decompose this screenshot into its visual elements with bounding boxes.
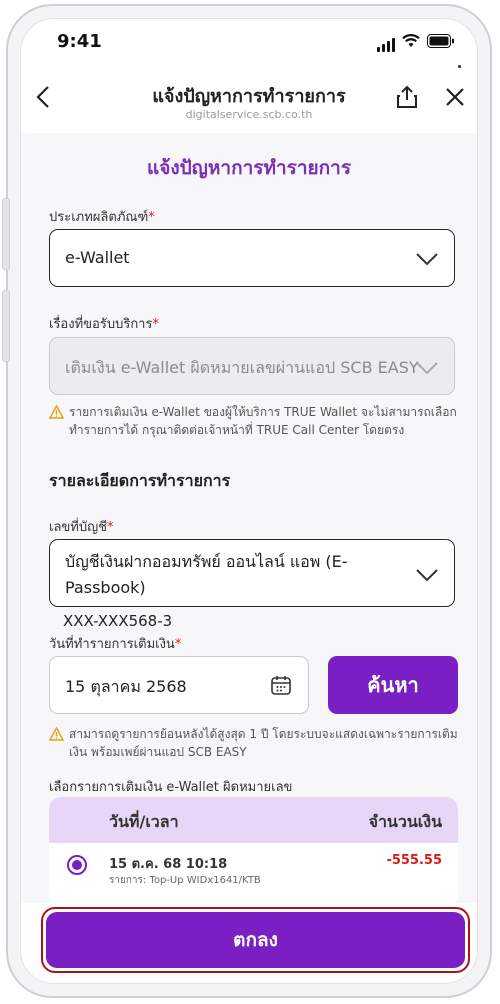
account-label-text: เลขที่บัญชี: [49, 520, 108, 535]
status-icons: [377, 33, 455, 52]
share-button[interactable]: [393, 83, 421, 111]
phone-side-button: [2, 290, 10, 362]
menu-dot-icon: [458, 65, 461, 68]
row-radio-selected[interactable]: [67, 855, 87, 875]
service-topic-warning: รายการเติมเงิน e-Wallet ของผู้ให้บริการ …: [48, 403, 459, 439]
service-topic-value: เติมเงิน e-Wallet ผิดหมายเลขผ่านแอป SCB …: [65, 358, 419, 377]
cellular-signal-icon: [377, 38, 395, 52]
warning-icon: [48, 726, 65, 746]
chevron-down-icon: [416, 360, 438, 379]
topup-date-value: 15 ตุลาคม 2568: [65, 677, 187, 696]
account-label: เลขที่บัญชี*: [49, 516, 114, 537]
service-topic-label: เรื่องที่ขอรับบริการ*: [49, 313, 159, 334]
calendar-icon[interactable]: [270, 674, 292, 700]
close-button[interactable]: [441, 83, 469, 111]
close-icon: [446, 88, 464, 106]
bottom-action-bar: ตกลง: [21, 903, 477, 983]
topup-date-input[interactable]: 15 ตุลาคม 2568: [49, 656, 309, 714]
product-type-label: ประเภทผลิตภัณฑ์*: [49, 206, 155, 227]
topup-date-warning: สามารถดูรายการย้อนหลังได้สูงสุด 1 ปี โดย…: [48, 725, 459, 761]
status-time: 9:41: [57, 31, 102, 52]
product-type-select[interactable]: e-Wallet: [49, 229, 455, 287]
topup-date-label: วันที่ทำรายการเติมเงิน*: [49, 633, 181, 654]
account-value-line2: Passbook): [65, 578, 146, 597]
warning-icon: [48, 404, 65, 424]
account-value-line1: บัญชีเงินฝากออมทรัพย์ ออนไลน์ แอพ (E-: [65, 552, 348, 571]
required-mark: *: [148, 210, 155, 225]
row-datetime: 15 ต.ค. 68 10:18: [109, 857, 228, 872]
service-topic-warning-text: รายการเติมเงิน e-Wallet ของผู้ให้บริการ …: [69, 405, 457, 437]
required-mark: *: [174, 637, 182, 652]
service-topic-label-text: เรื่องที่ขอรับบริการ: [49, 317, 153, 332]
transaction-details-heading: รายละเอียดการทำรายการ: [49, 471, 231, 490]
phone-screen: 9:41 แจ้งปัญหาการทำรายการ digitalservice…: [20, 18, 478, 984]
product-type-label-text: ประเภทผลิตภัณฑ์: [49, 210, 149, 225]
row-description: รายการ: Top-Up WIDx1641/KTB: [109, 875, 261, 886]
status-bar: 9:41: [21, 19, 477, 63]
account-select[interactable]: บัญชีเงินฝากออมทรัพย์ ออนไลน์ แอพ (E- Pa…: [49, 539, 455, 607]
table-header: วันที่/เวลา จำนวนเงิน: [49, 797, 458, 843]
required-mark: *: [107, 520, 114, 535]
topup-date-label-text: วันที่ทำรายการเติมเงิน: [49, 637, 175, 652]
chevron-down-icon: [416, 567, 438, 586]
transactions-table: วันที่/เวลา จำนวนเงิน 15 ต.ค. 68 10:18 ร…: [49, 797, 458, 907]
share-icon: [397, 85, 417, 108]
chevron-down-icon: [416, 251, 438, 270]
service-topic-select[interactable]: เติมเงิน e-Wallet ผิดหมายเลขผ่านแอป SCB …: [49, 337, 455, 395]
transactions-label: เลือกรายการเติมเงิน e-Wallet ผิดหมายเลข: [49, 780, 293, 795]
product-type-value: e-Wallet: [65, 248, 130, 267]
required-mark: *: [152, 317, 159, 332]
wifi-icon: [402, 33, 420, 52]
battery-icon: [427, 33, 455, 52]
row-amount: -555.55: [386, 853, 442, 868]
navigation-bar: แจ้งปัญหาการทำรายการ digitalservice.scb.…: [21, 63, 477, 133]
search-button[interactable]: ค้นหา: [328, 656, 458, 714]
col-datetime-header: วันที่/เวลา: [109, 812, 179, 831]
account-number: XXX-XXX568-3: [63, 612, 173, 630]
form-content: แจ้งปัญหาการทำรายการ ประเภทผลิตภัณฑ์* e-…: [21, 133, 477, 907]
page-title: แจ้งปัญหาการทำรายการ: [146, 157, 352, 179]
confirm-button[interactable]: ตกลง: [46, 912, 465, 968]
topup-date-warning-text: สามารถดูรายการย้อนหลังได้สูงสุด 1 ปี โดย…: [69, 727, 458, 759]
table-row[interactable]: 15 ต.ค. 68 10:18 รายการ: Top-Up WIDx1641…: [49, 843, 458, 903]
col-amount-header: จำนวนเงิน: [368, 812, 442, 831]
phone-side-button: [2, 198, 10, 270]
